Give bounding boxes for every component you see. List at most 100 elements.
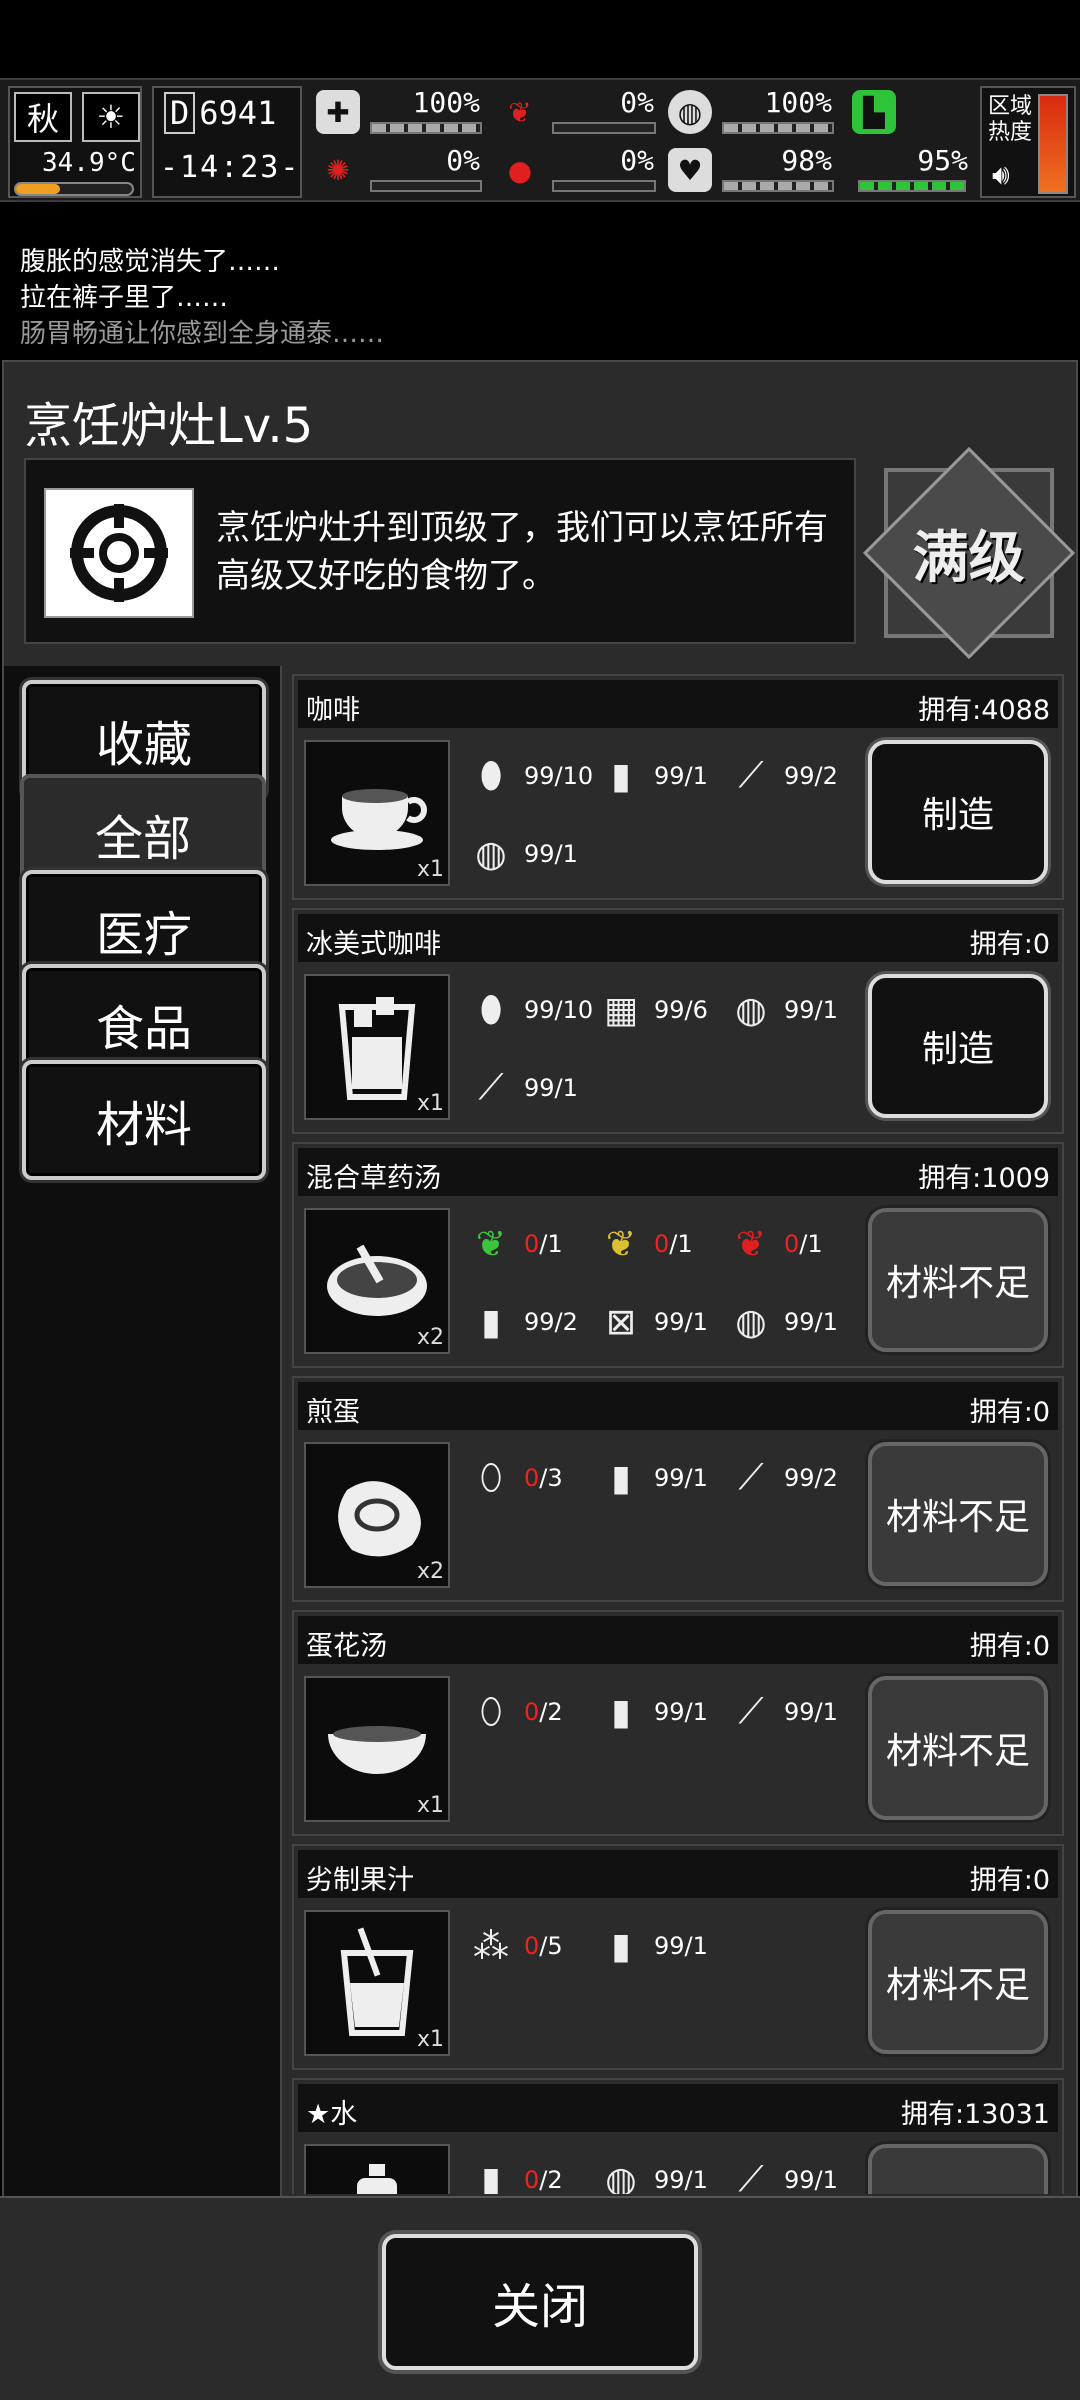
stat-bar — [370, 122, 482, 134]
recipe-owned: 拥有:1009 — [918, 1163, 1050, 1194]
water-bottle-icon: ▮ — [481, 1301, 501, 1343]
zone-heat-panel[interactable]: 区域热度 🔊︎ — [980, 86, 1076, 198]
recipe-card: ★水 拥有:13031 ▮ 0/2 ◍ 99/1 ⟋ 99/1 — [292, 2078, 1064, 2194]
insufficient-materials-button[interactable]: 材料不足 — [868, 1442, 1048, 1586]
stat-bleeding: ● 0% — [498, 144, 660, 198]
close-button[interactable]: 关闭 — [382, 2234, 698, 2370]
stat-infection: ✺ 0% — [316, 144, 486, 198]
recipe-quantity: x1 — [416, 2027, 444, 2052]
stat-bar — [722, 122, 834, 134]
ingredient: ▦ 99/6 — [594, 980, 708, 1040]
day-clock-panel: D 6941 -14:23- — [152, 86, 302, 198]
star-icon[interactable]: ★ — [306, 2099, 330, 2130]
firewood-icon: ⟋ — [738, 2159, 764, 2194]
ingredient: ❦ 0/1 — [724, 1214, 823, 1274]
ingredient: ⟋ 99/1 — [724, 2150, 838, 2194]
ingredient: ⬯ 0/3 — [464, 1448, 563, 1508]
recipe-quantity: x2 — [416, 1559, 444, 1584]
insufficient-materials-button[interactable]: 材料不足 — [868, 1910, 1048, 2054]
recipe-quantity: x2 — [416, 1325, 444, 1350]
fried-egg-icon: x2 — [304, 1442, 450, 1588]
water-bottle-icon: ▮ — [611, 1457, 631, 1499]
ingredient: ⟋ 99/1 — [464, 1058, 578, 1118]
ingredient: ❦ 0/1 — [464, 1214, 563, 1274]
recipe-list[interactable]: 咖啡 拥有:4088 x1 ⬮ 99/10 ▮ 99/1 ⟋ 99/2 ◍ 99/1 制造… — [292, 674, 1064, 2194]
zone-heat-label: 区域热度 — [988, 94, 1033, 145]
fuel-can-icon: ⊠ — [605, 1301, 637, 1343]
stat-mood: ♥ 98% — [668, 144, 838, 198]
stat-hunger: ❦ 0% — [498, 86, 660, 140]
craft-button[interactable]: 制造 — [868, 974, 1048, 1118]
recipe-name: 蛋花汤 — [306, 1631, 387, 1662]
filter-icon: ◍ — [605, 2159, 637, 2195]
red-herb-icon: ❦ — [735, 1223, 767, 1265]
stat-value: 0% — [446, 144, 480, 177]
stat-value: 0% — [620, 86, 654, 119]
ingredient: ▮ 0/2 — [464, 2150, 563, 2195]
ingredient: ⬮ 99/10 — [464, 980, 594, 1040]
ingredient: ⬯ 0/2 — [464, 1682, 563, 1742]
glass-bottle-icon: ⟋ — [478, 1067, 504, 1108]
bottle-icon: ◍ — [668, 90, 712, 134]
stat-value: 100% — [764, 86, 832, 119]
recipe-owned: 拥有:0 — [969, 1865, 1050, 1896]
stat-value: 98% — [781, 144, 832, 177]
recipe-card: 劣制果汁 拥有:0 x1 ⁂ 0/5 ▮ 99/1 材料不足 — [292, 1844, 1064, 2070]
ingredient: ⬮ 99/10 — [464, 746, 594, 806]
coffee-bean-icon: ⬮ — [479, 755, 503, 796]
ingredient: ▮ 99/1 — [594, 1682, 708, 1742]
recipe-card: 混合草药汤 拥有:1009 x2 ❦ 0/1 ❦ 0/1 ❦ 0/1 ▮ 99/2 ⊠ 99… — [292, 1142, 1064, 1368]
ingredient: ⊠ 99/1 — [594, 1292, 708, 1352]
recipe-action-button[interactable] — [868, 2144, 1048, 2194]
recipe-quantity: x1 — [416, 1091, 444, 1116]
recipe-card: 蛋花汤 拥有:0 x1 ⬯ 0/2 ▮ 99/1 ⟋ 99/1 材料不足 — [292, 1610, 1064, 1836]
berries-icon: ⁂ — [473, 1925, 509, 1967]
recipe-card: 煎蛋 拥有:0 x2 ⬯ 0/3 ▮ 99/1 ⟋ 99/2 材料不足 — [292, 1376, 1064, 1602]
coffee-cup-icon: x1 — [304, 740, 450, 886]
recipe-name-wrap: ★水 — [306, 2092, 357, 2131]
firewood-icon: ⟋ — [738, 755, 764, 796]
heart-icon: ♥ — [668, 148, 712, 192]
foot-icon: ▙ — [852, 90, 896, 134]
small-bottle-icon: ▮ — [481, 2159, 501, 2195]
temperature-bar — [14, 182, 134, 196]
filter-icon: ◍ — [475, 833, 507, 875]
season-weather-panel: 秋 ☀ 34.9°C — [8, 86, 142, 198]
recipe-owned: 拥有:13031 — [901, 2099, 1050, 2130]
sun-icon: ☀ — [82, 92, 140, 142]
ingredient: ❦ 0/1 — [594, 1214, 693, 1274]
recipe-name: 劣制果汁 — [306, 1865, 414, 1896]
insufficient-materials-button[interactable]: 材料不足 — [868, 1208, 1048, 1352]
station-title: 烹饪炉灶Lv.5 — [24, 398, 314, 454]
stat-value: 0% — [620, 144, 654, 177]
iced-coffee-icon: x1 — [304, 974, 450, 1120]
insufficient-materials-button[interactable]: 材料不足 — [868, 1676, 1048, 1820]
max-level-label: 满级 — [913, 525, 1025, 591]
category-materials[interactable]: 材料 — [22, 1060, 266, 1180]
ingredient: ▮ 99/1 — [594, 1448, 708, 1508]
ingredient: ▮ 99/2 — [464, 1292, 578, 1352]
station-description: 烹饪炉灶升到顶级了，我们可以烹饪所有高级又好吃的食物了。 — [216, 508, 828, 596]
recipe-name: 水 — [330, 2099, 358, 2130]
ingredient: ▮ 99/1 — [594, 1916, 708, 1976]
stat-value: 100% — [412, 86, 480, 119]
egg-icon: ⬯ — [479, 1691, 503, 1732]
ingredient: ▮ 99/1 — [594, 746, 708, 806]
ingredient: ◍ 99/1 — [594, 2150, 708, 2195]
recipe-owned: 拥有:0 — [969, 1397, 1050, 1428]
station-description-box: 烹饪炉灶升到顶级了，我们可以烹饪所有高级又好吃的食物了。 — [24, 458, 856, 644]
stat-water: ◍ 100% — [668, 86, 838, 140]
log-line: 肠胃畅通让你感到全身通泰…… — [20, 319, 385, 349]
stat-bar — [552, 180, 656, 192]
clock: -14:23- — [160, 150, 301, 185]
temperature: 34.9°C — [42, 148, 136, 178]
yellow-herb-icon: ❦ — [605, 1223, 637, 1265]
coffee-bean-icon: ⬮ — [479, 989, 503, 1030]
craft-button[interactable]: 制造 — [868, 740, 1048, 884]
ingredient: ⁂ 0/5 — [464, 1916, 563, 1976]
speaker-icon[interactable]: 🔊︎ — [992, 158, 1010, 192]
max-level-badge: 满级 — [862, 446, 1076, 660]
water-bottle-icon: ▮ — [611, 755, 631, 797]
ingredient: ⟋ 99/2 — [724, 746, 838, 806]
recipe-quantity: x1 — [416, 857, 444, 882]
